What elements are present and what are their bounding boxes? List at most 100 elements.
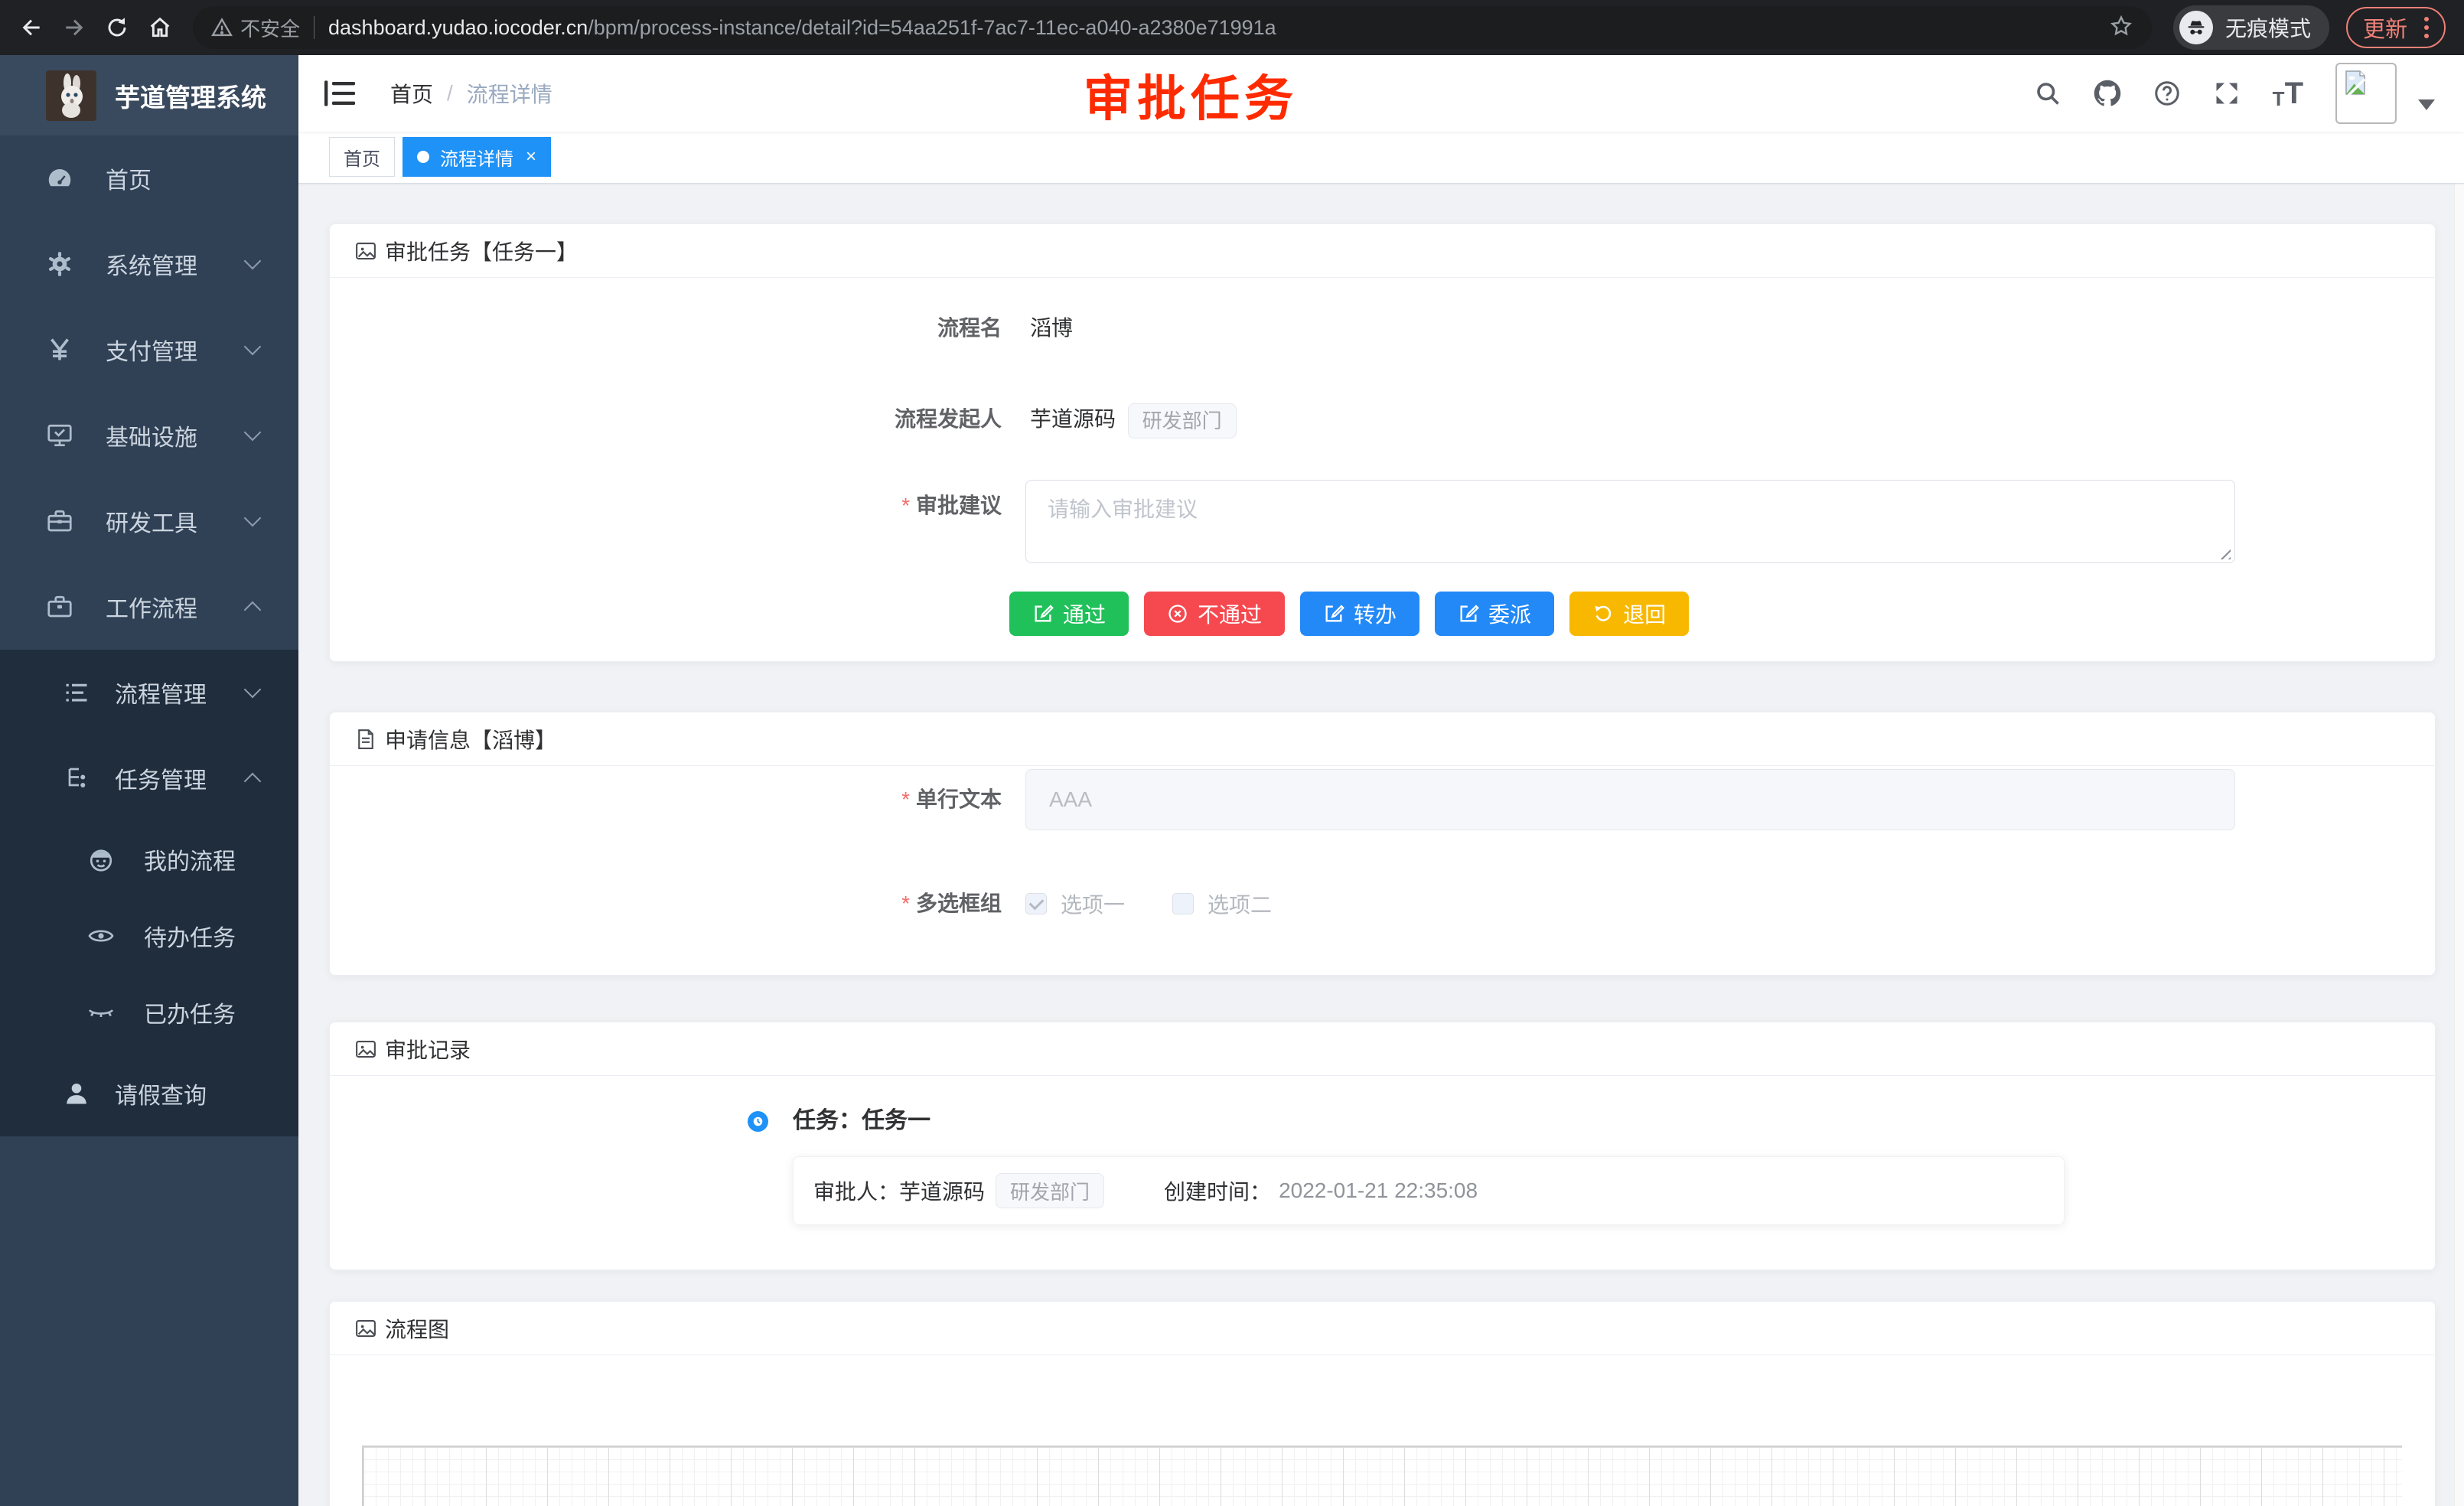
security-label: 不安全: [240, 14, 300, 42]
content-scrollbar[interactable]: [2454, 184, 2464, 1506]
process-name-value: 滔博: [1030, 307, 1073, 350]
card-title: 流程图: [385, 1313, 449, 1344]
tab-home[interactable]: 首页: [329, 137, 395, 177]
address-bar[interactable]: 不安全 dashboard.yudao.iocoder.cn/bpm/proce…: [193, 6, 2152, 49]
checkbox-option-1[interactable]: [1025, 893, 1047, 914]
sidebar-item-task-management[interactable]: 任务管理: [0, 735, 298, 821]
dashboard-icon: [44, 165, 75, 192]
bookmark-star-icon[interactable]: [2109, 14, 2133, 42]
browser-toolbar: 不安全 dashboard.yudao.iocoder.cn/bpm/proce…: [0, 0, 2464, 55]
browser-menu-icon[interactable]: [2424, 17, 2429, 38]
browser-forward-icon[interactable]: [57, 10, 92, 45]
browser-reload-icon[interactable]: [99, 10, 135, 45]
checkbox-label: 选项二: [1208, 888, 1272, 919]
process-diagram-card: 流程图: [329, 1301, 2436, 1506]
active-tab-dot: [417, 151, 429, 163]
edit-icon: [1458, 603, 1479, 624]
hamburger-icon[interactable]: [324, 80, 355, 106]
sidebar-item-todo-tasks[interactable]: 待办任务: [0, 898, 298, 974]
browser-update-button[interactable]: 更新: [2346, 7, 2446, 48]
transfer-button[interactable]: 转办: [1300, 592, 1419, 636]
approval-actions: 通过 不通过 转办 委派: [1009, 592, 1689, 636]
return-button[interactable]: 退回: [1569, 592, 1689, 636]
chevron-up-icon: [244, 601, 262, 619]
chevron-down-icon: [244, 424, 262, 442]
approve-button[interactable]: 通过: [1009, 592, 1129, 636]
sidebar-item-infrastructure[interactable]: 基础设施: [0, 393, 298, 478]
sidebar: 芋道管理系统 首页 系统管理 支付管理 基础设施 研发工具 工作流: [0, 55, 298, 1506]
card-title: 审批记录: [385, 1034, 471, 1064]
monitor-icon: [44, 422, 75, 449]
app-logo-row[interactable]: 芋道管理系统: [0, 55, 298, 135]
card-title: 申请信息【滔博】: [385, 724, 556, 755]
sidebar-item-label: 支付管理: [106, 333, 197, 367]
user-icon: [61, 1080, 92, 1107]
avatar[interactable]: [2335, 63, 2397, 124]
delegate-button[interactable]: 委派: [1435, 592, 1554, 636]
chevron-down-icon: [244, 510, 262, 527]
created-time: 2022-01-21 22:35:08: [1279, 1178, 1478, 1203]
list-icon: [61, 679, 92, 706]
bpmn-canvas-grid[interactable]: [362, 1446, 2402, 1506]
yen-icon: [44, 336, 75, 363]
sidebar-item-home[interactable]: 首页: [0, 135, 298, 221]
close-tab-icon[interactable]: ×: [526, 146, 536, 168]
breadcrumb: 首页 / 流程详情: [390, 78, 552, 109]
eye-closed-icon: [86, 999, 116, 1026]
circle-close-icon: [1167, 603, 1188, 624]
sidebar-item-label: 流程管理: [115, 676, 207, 709]
chevron-down-icon: [244, 253, 262, 270]
sidebar-item-dev-tools[interactable]: 研发工具: [0, 478, 298, 564]
approval-record-card: 审批记录 任务：任务一 审批人： 芋道源码 研发部门 创建时间： 2022-01…: [329, 1022, 2436, 1270]
search-icon[interactable]: [2034, 80, 2061, 107]
timeline-clock-icon: [748, 1111, 768, 1132]
sidebar-item-label: 研发工具: [106, 504, 197, 538]
created-label: 创建时间：: [1164, 1175, 1271, 1206]
sidebar-item-label: 我的流程: [144, 843, 236, 876]
approver-label: 审批人：: [813, 1175, 899, 1206]
sidebar-item-label: 首页: [106, 161, 152, 195]
sidebar-item-workflow[interactable]: 工作流程: [0, 564, 298, 650]
security-warning-icon[interactable]: [211, 17, 233, 38]
single-line-text-input[interactable]: [1025, 769, 2235, 830]
sidebar-item-process-management[interactable]: 流程管理: [0, 650, 298, 735]
suggestion-label: *审批建议: [330, 484, 1002, 527]
avatar-caret-icon[interactable]: [2418, 99, 2435, 110]
picture-icon: [354, 240, 377, 262]
sidebar-item-payment-management[interactable]: 支付管理: [0, 307, 298, 393]
browser-home-icon[interactable]: [142, 10, 178, 45]
sidebar-item-leave-query[interactable]: 请假查询: [0, 1051, 298, 1136]
dept-tag: 研发部门: [1128, 403, 1237, 438]
sidebar-item-label: 任务管理: [115, 761, 207, 795]
toolbox-icon: [44, 507, 75, 535]
briefcase-icon: [44, 593, 75, 621]
sidebar-item-my-process[interactable]: 我的流程: [0, 821, 298, 898]
incognito-icon: [2179, 11, 2213, 44]
checkbox-option-2[interactable]: [1172, 893, 1194, 914]
process-diagram-card-header: 流程图: [330, 1302, 2435, 1355]
tab-process-detail[interactable]: 流程详情 ×: [403, 137, 551, 177]
github-icon[interactable]: [2094, 80, 2121, 107]
breadcrumb-home[interactable]: 首页: [390, 78, 433, 109]
incognito-label: 无痕模式: [2225, 12, 2311, 43]
rotate-left-icon: [1592, 603, 1614, 624]
incognito-badge: 无痕模式: [2173, 5, 2329, 50]
font-size-icon[interactable]: TT: [2273, 77, 2303, 111]
sidebar-item-system-management[interactable]: 系统管理: [0, 221, 298, 307]
sidebar-item-done-tasks[interactable]: 已办任务: [0, 974, 298, 1051]
help-icon[interactable]: [2153, 80, 2181, 107]
browser-back-icon[interactable]: [14, 10, 49, 45]
checkbox-group: 选项一 选项二: [1025, 882, 1272, 925]
apply-info-card-header: 申请信息【滔博】: [330, 712, 2435, 766]
text-field-label: *单行文本: [330, 778, 1002, 821]
approval-task-card: 审批任务【任务一】 流程名 滔博 流程发起人 芋道源码 研发部门 *审批建议: [329, 223, 2436, 662]
reject-button[interactable]: 不通过: [1144, 592, 1285, 636]
required-asterisk: *: [901, 494, 910, 517]
record-detail-card: 审批人： 芋道源码 研发部门 创建时间： 2022-01-21 22:35:08: [793, 1156, 2065, 1225]
document-icon: [354, 728, 377, 751]
fullscreen-icon[interactable]: [2213, 80, 2241, 107]
url-path: /bpm/process-instance/detail?id=54aa251f…: [588, 16, 1276, 40]
suggestion-textarea[interactable]: [1025, 480, 2235, 563]
picture-icon: [354, 1317, 377, 1340]
person-face-icon: [86, 846, 116, 873]
